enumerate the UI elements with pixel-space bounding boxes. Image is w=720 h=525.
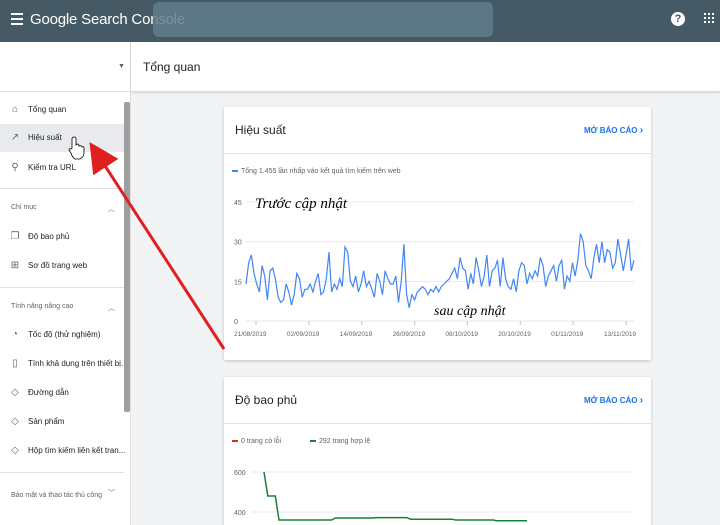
sidebar-item-label: Đường dẫn <box>28 388 69 397</box>
x-tick-label: 08/10/2019 <box>445 331 478 338</box>
phone-icon: ▯ <box>12 358 18 369</box>
sidebar: ▼ ⌂ Tổng quan ↗ Hiệu suất ⚲ Kiểm tra URL… <box>0 42 131 525</box>
sidebar-item-overview[interactable]: ⌂ Tổng quan <box>0 96 124 124</box>
divider <box>0 472 124 473</box>
x-tick-label: 02/09/2019 <box>287 331 320 338</box>
sidebar-item-label: Hộp tìm kiếm liên kết tran... <box>28 446 126 455</box>
sidebar-item-products[interactable]: ◇ Sản phẩm <box>0 408 124 436</box>
apps-grid-icon[interactable] <box>704 13 714 25</box>
performance-card: Hiệu suất MỞ BÁO CÁO › Tổng 1.455 lần nh… <box>224 107 651 360</box>
sidebar-item-sitelinks-searchbox[interactable]: ◇ Hộp tìm kiếm liên kết tran... <box>0 437 126 465</box>
chevron-up-icon[interactable]: ︿ <box>108 204 115 214</box>
sidebar-item-label: Tốc độ (thử nghiệm) <box>28 330 101 339</box>
series-line <box>263 471 527 522</box>
sidebar-item-label: Độ bao phủ <box>28 232 70 241</box>
section-title-index: Chỉ mục <box>11 204 37 211</box>
y-tick-label: 600 <box>234 470 246 477</box>
y-tick-label: 0 <box>234 319 238 326</box>
chevron-down-icon[interactable]: ﹀ <box>108 488 115 498</box>
sidebar-item-label: Tổng quan <box>28 105 67 114</box>
diamond-icon: ◇ <box>11 387 19 398</box>
search-input[interactable] <box>153 2 493 37</box>
x-tick-label: 13/11/2019 <box>604 331 636 338</box>
top-app-bar: Google Search Console ? <box>0 0 720 42</box>
annotation-before-update: Trước cập nhật <box>255 196 348 212</box>
section-title-security: Bảo mật và thao tác thủ công <box>11 492 103 499</box>
sidebar-item-coverage[interactable]: ❐ Độ bao phủ <box>0 223 124 251</box>
chevron-up-icon[interactable]: ︿ <box>108 303 115 313</box>
sidebar-item-breadcrumbs[interactable]: ◇ Đường dẫn <box>0 379 124 407</box>
sidebar-item-label: Kiểm tra URL <box>28 163 77 172</box>
sidebar-scrollbar[interactable] <box>124 102 130 412</box>
chevron-down-icon: ▼ <box>118 63 125 70</box>
x-tick-label: 21/08/2019 <box>234 331 267 338</box>
x-tick-label: 01/11/2019 <box>551 331 583 338</box>
divider <box>0 287 124 288</box>
search-icon: ⚲ <box>11 162 19 173</box>
sidebar-item-url-inspection[interactable]: ⚲ Kiểm tra URL <box>0 154 124 182</box>
file-copy-icon: ❐ <box>10 231 20 242</box>
x-tick-label: 26/09/2019 <box>393 331 426 338</box>
sidebar-item-mobile-usability[interactable]: ▯ Tính khả dụng trên thiết bị... <box>0 350 127 378</box>
sidebar-item-performance[interactable]: ↗ Hiệu suất <box>0 124 124 152</box>
annotation-after-update: sau cập nhật <box>434 304 506 319</box>
y-tick-label: 15 <box>234 279 242 286</box>
diamond-icon: ◇ <box>11 416 19 427</box>
home-icon: ⌂ <box>11 104 19 115</box>
sidebar-item-label: Hiệu suất <box>28 133 62 142</box>
y-tick-label: 400 <box>234 510 246 517</box>
speed-icon: ◔ <box>11 329 19 340</box>
y-tick-label: 30 <box>234 240 242 247</box>
sidebar-item-label: Sơ đồ trang web <box>28 261 88 270</box>
coverage-chart: 400 600 <box>234 470 634 522</box>
sidebar-item-speed[interactable]: ◔ Tốc độ (thử nghiệm) <box>0 321 124 349</box>
sidebar-item-label: Tính khả dụng trên thiết bị... <box>28 359 128 368</box>
property-selector[interactable]: ▼ <box>0 42 131 92</box>
page-header: Tổng quan <box>131 42 720 92</box>
section-title-enhancements: Tính năng nâng cao <box>11 303 74 310</box>
hamburger-menu-icon[interactable] <box>11 13 23 25</box>
help-icon[interactable]: ? <box>671 12 685 26</box>
performance-chart: 0 15 30 45 21/08/2019 02/09/2019 14/09/2019 26/… <box>234 200 636 338</box>
x-tick-label: 20/10/2019 <box>498 331 531 338</box>
trending-up-icon: ↗ <box>10 132 20 143</box>
sitemap-icon: ⊞ <box>10 260 20 271</box>
sidebar-item-label: Sản phẩm <box>28 417 65 426</box>
page-title: Tổng quan <box>143 60 201 74</box>
coverage-card: Độ bao phủ MỞ BÁO CÁO › 0 trang có lỗi 2… <box>224 377 651 525</box>
x-tick-label: 14/09/2019 <box>340 331 373 338</box>
diamond-icon: ◇ <box>11 445 19 456</box>
divider <box>0 188 124 189</box>
series-line <box>245 233 635 308</box>
y-tick-label: 45 <box>234 200 242 207</box>
sidebar-item-sitemaps[interactable]: ⊞ Sơ đồ trang web <box>0 252 124 280</box>
